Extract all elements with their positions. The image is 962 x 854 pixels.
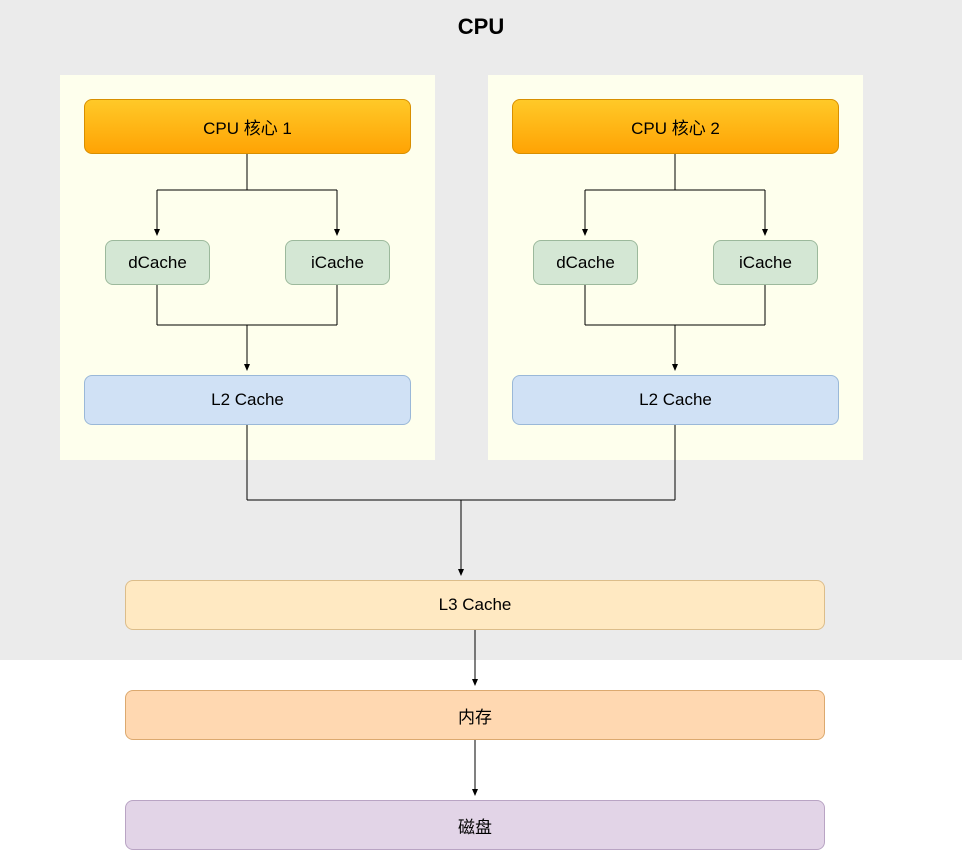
l3-cache-node: L3 Cache (125, 580, 825, 630)
cpu-core-2-node: CPU 核心 2 (512, 99, 839, 154)
cpu-core-1-node: CPU 核心 1 (84, 99, 411, 154)
core2-icache-node: iCache (713, 240, 818, 285)
cpu-container: CPU CPU 核心 1 dCache iCache L2 Cache (0, 0, 962, 660)
core1-l2-node: L2 Cache (84, 375, 411, 425)
cpu-core-1-box: CPU 核心 1 dCache iCache L2 Cache (60, 75, 435, 460)
cpu-core-2-box: CPU 核心 2 dCache iCache L2 Cache (488, 75, 863, 460)
disk-node: 磁盘 (125, 800, 825, 850)
memory-node: 内存 (125, 690, 825, 740)
core2-dcache-node: dCache (533, 240, 638, 285)
core2-l2-node: L2 Cache (512, 375, 839, 425)
diagram-canvas: CPU CPU 核心 1 dCache iCache L2 Cache (0, 0, 962, 854)
core1-icache-node: iCache (285, 240, 390, 285)
cpu-title: CPU (0, 14, 962, 40)
core1-dcache-node: dCache (105, 240, 210, 285)
